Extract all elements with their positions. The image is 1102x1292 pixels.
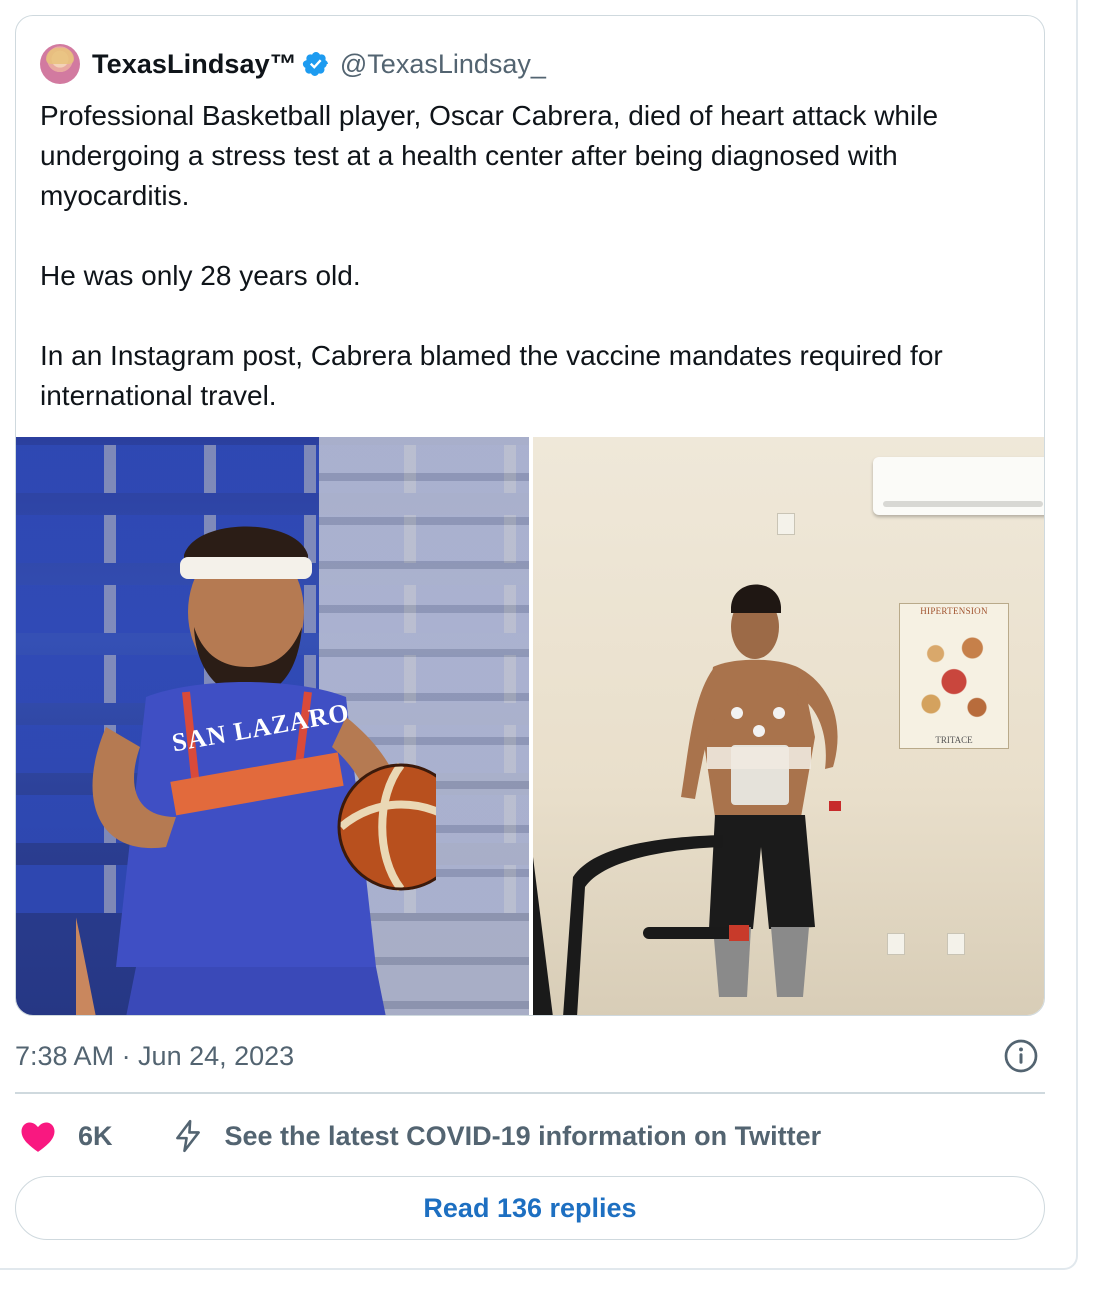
lightning-bolt-icon [175, 1119, 200, 1153]
photo-stress-test[interactable]: HIPERTENSION TRITACE [533, 437, 1044, 1015]
heart-icon[interactable] [20, 1119, 56, 1153]
verified-badge-icon [302, 52, 328, 76]
tweet-meta: 7:38 AM · Jun 24, 2023 [15, 1036, 1045, 1076]
tweet-paragraph: He was only 28 years old. [40, 260, 361, 291]
covid-info-text[interactable]: See the latest COVID-19 information on T… [225, 1121, 822, 1152]
read-replies-button[interactable]: Read 136 replies [15, 1176, 1045, 1240]
basketball-player-figure [76, 526, 436, 1015]
media-grid: SAN LAZARO HIPERTENSION TRITACE [16, 437, 1044, 1015]
tweet-actions: 6K See the latest COVID-19 information o… [20, 1114, 821, 1158]
info-icon[interactable] [1003, 1038, 1039, 1074]
avatar[interactable] [40, 44, 80, 84]
tweet-author[interactable]: TexasLindsay™ @TexasLindsay_ [40, 42, 546, 86]
photo-basketball-player[interactable]: SAN LAZARO [16, 437, 529, 1015]
user-handle[interactable]: @TexasLindsay_ [340, 49, 546, 80]
patient-on-treadmill [533, 584, 841, 1015]
tweet-paragraph: Professional Basketball player, Oscar Ca… [40, 100, 939, 211]
tweet-card[interactable]: TexasLindsay™ @TexasLindsay_ Professiona… [15, 15, 1045, 1016]
divider [15, 1092, 1045, 1094]
tweet-timestamp[interactable]: 7:38 AM · Jun 24, 2023 [15, 1041, 294, 1072]
like-count[interactable]: 6K [78, 1121, 113, 1152]
display-name[interactable]: TexasLindsay™ [92, 49, 297, 80]
tweet-paragraph: In an Instagram post, Cabrera blamed the… [40, 340, 943, 411]
covid-info-link[interactable]: See the latest COVID-19 information on T… [171, 1118, 822, 1154]
tweet-text: Professional Basketball player, Oscar Ca… [40, 96, 1020, 456]
